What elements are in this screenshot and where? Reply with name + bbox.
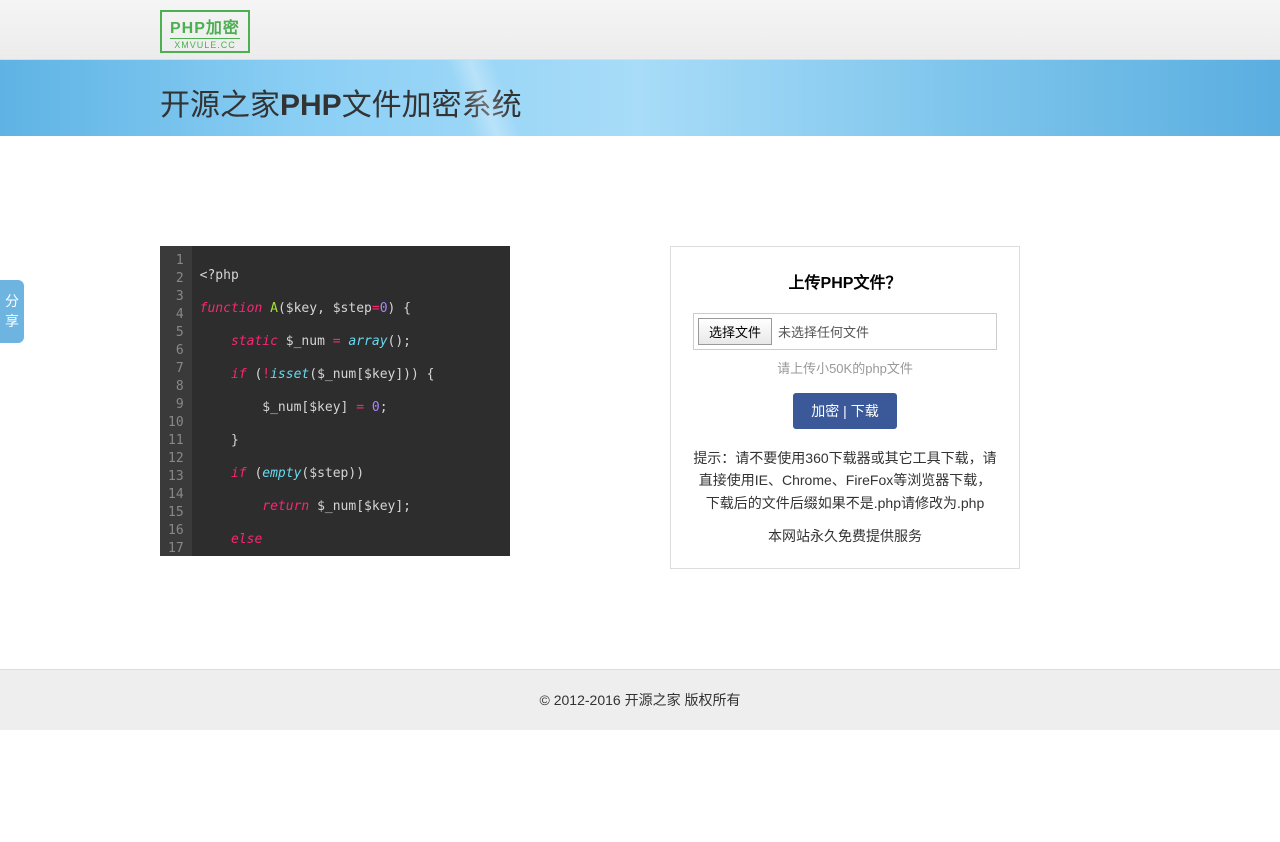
encrypt-download-button[interactable]: 加密 | 下载	[793, 393, 896, 429]
topbar: PHP加密 XMVULE.CC	[0, 0, 1280, 60]
free-service-text: 本网站永久免费提供服务	[693, 526, 997, 546]
file-input-row[interactable]: 选择文件 未选择任何文件	[693, 313, 997, 350]
footer: © 2012-2016 开源之家 版权所有	[0, 669, 1280, 730]
file-status-text: 未选择任何文件	[772, 322, 869, 341]
logo[interactable]: PHP加密 XMVULE.CC	[160, 10, 250, 53]
line-numbers: 1234567891011121314151617	[160, 246, 192, 556]
copyright: © 2012-2016 开源之家 版权所有	[540, 692, 741, 708]
page-title: 开源之家PHP文件加密系统	[160, 60, 1120, 124]
logo-sub: XMVULE.CC	[170, 38, 240, 51]
share-tab[interactable]: 分 享	[0, 280, 24, 343]
choose-file-button[interactable]: 选择文件	[698, 318, 772, 345]
upload-title: 上传PHP文件？	[693, 269, 997, 293]
code-body: <?php function A($key, $step=0) { static…	[192, 246, 505, 556]
code-preview: 1234567891011121314151617 <?php function…	[160, 246, 510, 556]
upload-panel: 上传PHP文件？ 选择文件 未选择任何文件 请上传小50K的php文件 加密 |…	[670, 246, 1020, 569]
download-tip: 提示：请不要使用360下载器或其它工具下载，请直接使用IE、Chrome、Fir…	[693, 447, 997, 514]
hero-banner: 开源之家PHP文件加密系统	[0, 60, 1280, 136]
upload-hint: 请上传小50K的php文件	[693, 358, 997, 377]
logo-main: PHP加密	[170, 14, 240, 38]
